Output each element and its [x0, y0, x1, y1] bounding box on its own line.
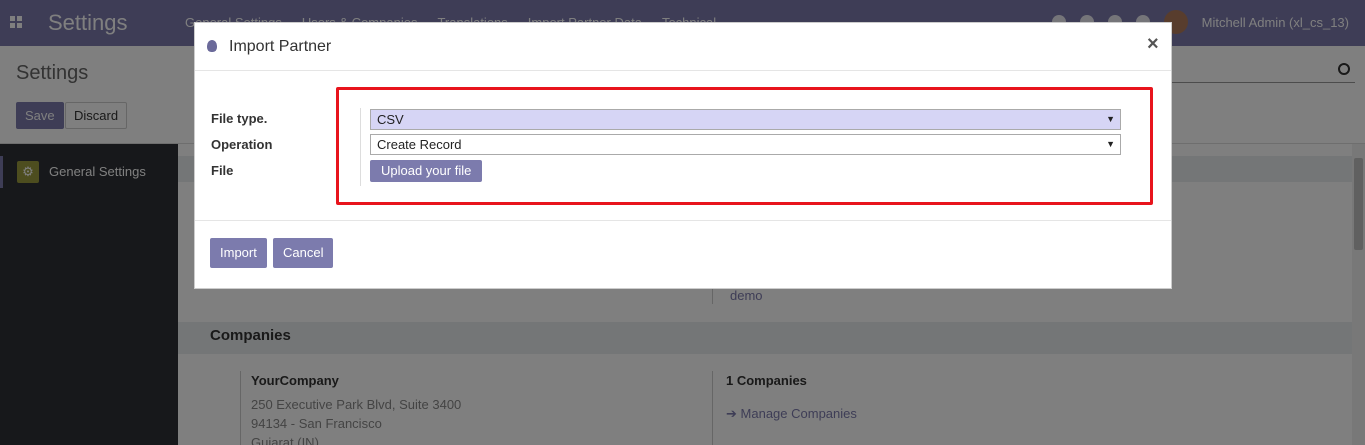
bug-icon	[207, 40, 217, 52]
operation-select[interactable]: Create Record ▼	[370, 134, 1121, 155]
dialog-footer-divider	[195, 220, 1171, 221]
file-type-value: CSV	[377, 112, 404, 127]
import-button[interactable]: Import	[210, 238, 267, 268]
import-partner-dialog: Import Partner × File type. Operation Fi…	[194, 22, 1172, 289]
close-icon[interactable]: ×	[1147, 34, 1159, 54]
cancel-button[interactable]: Cancel	[273, 238, 334, 268]
file-type-select[interactable]: CSV ▼	[370, 109, 1121, 130]
upload-file-button[interactable]: Upload your file	[370, 160, 483, 182]
dialog-header: Import Partner ×	[195, 23, 1171, 71]
caret-down-icon: ▼	[1106, 139, 1115, 149]
operation-value: Create Record	[377, 137, 462, 152]
operation-label: Operation	[211, 137, 273, 152]
caret-down-icon: ▼	[1106, 114, 1115, 124]
divider	[360, 108, 361, 186]
file-type-label: File type.	[211, 111, 268, 126]
file-label: File	[211, 163, 234, 178]
dialog-title: Import Partner	[229, 38, 332, 55]
